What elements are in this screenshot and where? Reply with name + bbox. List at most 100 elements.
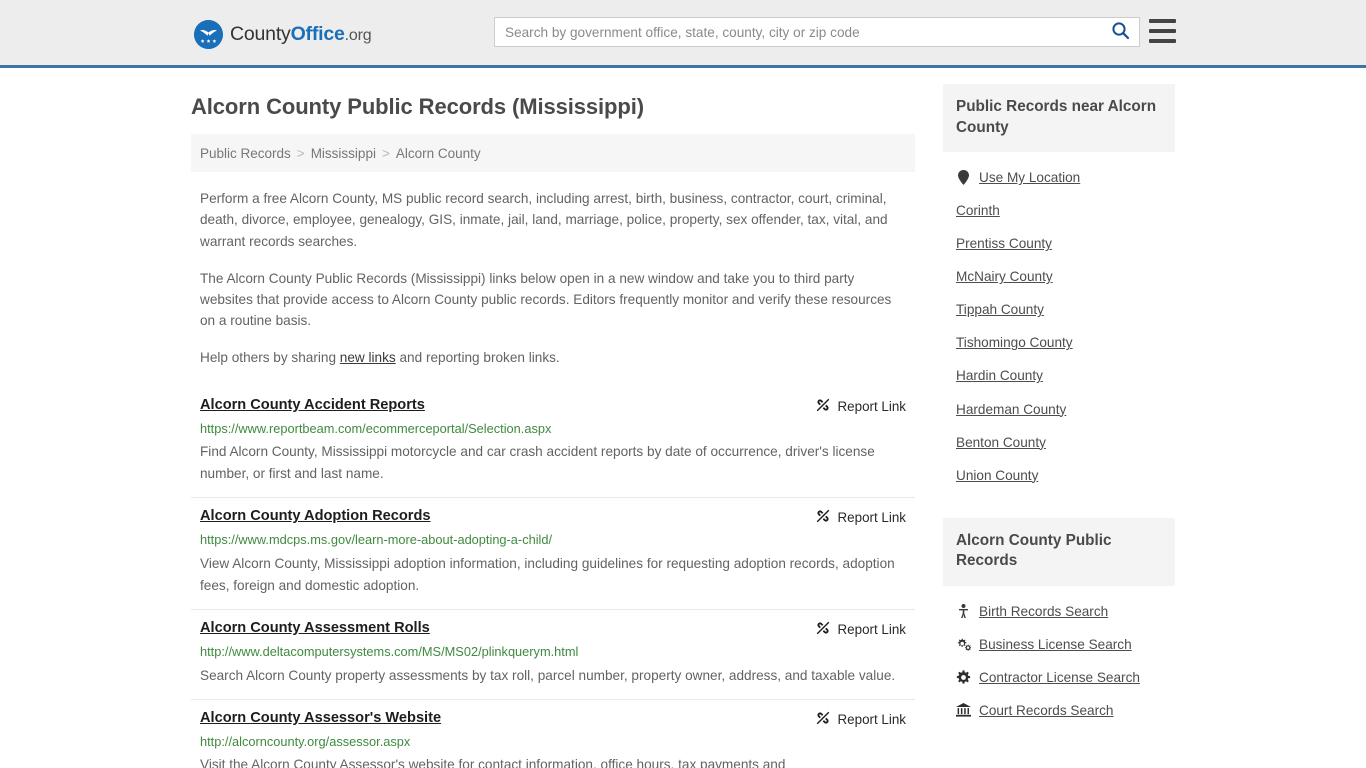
report-link-button[interactable]: Report Link: [815, 709, 906, 729]
broken-link-icon: [815, 710, 831, 729]
sidebar-section-nearby: Public Records near Alcorn County Use My…: [943, 84, 1175, 492]
sidebar-link[interactable]: Birth Records Search: [979, 602, 1108, 621]
report-link-button[interactable]: Report Link: [815, 619, 906, 639]
result-header: Alcorn County Assessor's Website Report …: [200, 709, 906, 729]
site-logo-text: CountyOffice.org: [230, 23, 372, 46]
map-pin-icon: [956, 170, 971, 186]
result-title-link[interactable]: Alcorn County Assessment Rolls: [200, 619, 430, 638]
broken-link-icon: [815, 397, 831, 416]
sidebar-link[interactable]: Corinth: [956, 201, 1000, 220]
sidebar-item-mcnairy-county[interactable]: McNairy County: [943, 260, 1175, 293]
eagle-stars-seal-icon: [194, 20, 223, 49]
sidebar-link[interactable]: Union County: [956, 466, 1038, 485]
sidebar-records-heading: Alcorn County Public Records: [943, 517, 1175, 586]
report-link-label: Report Link: [837, 510, 906, 526]
sidebar-link[interactable]: Business License Search: [979, 635, 1132, 654]
sidebar-link[interactable]: Prentiss County: [956, 234, 1052, 253]
menu-bar-1: [1149, 19, 1176, 23]
report-link-button[interactable]: Report Link: [815, 507, 906, 527]
result-title-link[interactable]: Alcorn County Accident Reports: [200, 396, 425, 415]
result-item: Alcorn County Assessment Rolls Report Li…: [191, 610, 915, 700]
sidebar-section-records: Alcorn County Public Records Birth Recor…: [943, 517, 1175, 727]
sidebar-records-list: Birth Records Search Business License Se…: [943, 586, 1175, 727]
sidebar-link[interactable]: Hardeman County: [956, 400, 1066, 419]
sidebar-link[interactable]: Contractor License Search: [979, 668, 1140, 687]
sidebar-nearby-list: Use My Location Corinth Prentiss County …: [943, 152, 1175, 491]
sidebar-link[interactable]: Tishomingo County: [956, 333, 1073, 352]
result-title-link[interactable]: Alcorn County Assessor's Website: [200, 709, 441, 728]
report-link-label: Report Link: [837, 711, 906, 727]
result-item: Alcorn County Adoption Records Report Li…: [191, 498, 915, 611]
intro-paragraph-2: The Alcorn County Public Records (Missis…: [200, 270, 892, 328]
broken-link-icon: [815, 508, 831, 527]
breadcrumb-item-mississippi[interactable]: Mississippi: [311, 146, 376, 161]
sidebar-item-corinth[interactable]: Corinth: [943, 194, 1175, 227]
page-title: Alcorn County Public Records (Mississipp…: [191, 94, 644, 119]
logo-text-org: .org: [344, 27, 372, 44]
report-link-label: Report Link: [837, 622, 906, 638]
result-header: Alcorn County Assessment Rolls Report Li…: [200, 619, 906, 639]
hamburger-menu-icon[interactable]: [1149, 19, 1176, 43]
cogs-icon: [956, 636, 971, 652]
sidebar-item-use-my-location[interactable]: Use My Location: [943, 161, 1175, 194]
breadcrumb-item-public-records[interactable]: Public Records: [200, 146, 291, 161]
sidebar-link[interactable]: Court Records Search: [979, 701, 1113, 720]
result-description: Visit the Alcorn County Assessor's websi…: [200, 757, 786, 768]
intro-paragraph-3: Help others by sharing new links and rep…: [200, 347, 906, 368]
report-link-button[interactable]: Report Link: [815, 396, 906, 416]
logo-text-office: Office: [290, 23, 345, 45]
page-body: Alcorn County Public Records (Mississipp…: [0, 68, 1366, 768]
sidebar-item-union-county[interactable]: Union County: [943, 459, 1175, 492]
gear-icon: [956, 669, 971, 685]
intro-share-prefix: Help others by sharing: [200, 349, 340, 365]
sidebar-item-business-license-search[interactable]: Business License Search: [943, 628, 1175, 661]
breadcrumb-item-alcorn-county: Alcorn County: [395, 145, 481, 161]
sidebar-item-tishomingo-county[interactable]: Tishomingo County: [943, 326, 1175, 359]
sidebar-link[interactable]: Tippah County: [956, 300, 1044, 319]
sidebar-item-prentiss-county[interactable]: Prentiss County: [943, 227, 1175, 260]
search-input[interactable]: [495, 19, 1101, 45]
breadcrumb-separator-2: >: [381, 145, 390, 161]
menu-bar-3: [1149, 39, 1176, 43]
sidebar-link[interactable]: Benton County: [956, 433, 1046, 452]
breadcrumb-separator-1: >: [296, 145, 305, 161]
result-url: http://www.deltacomputersystems.com/MS/M…: [200, 644, 579, 660]
result-url: https://www.reportbeam.com/ecommerceport…: [200, 420, 552, 436]
result-header: Alcorn County Adoption Records Report Li…: [200, 507, 906, 527]
menu-bar-2: [1149, 29, 1176, 33]
search-button[interactable]: [1101, 18, 1139, 46]
sidebar-link[interactable]: Hardin County: [956, 366, 1043, 385]
result-url: https://www.mdcps.ms.gov/learn-more-abou…: [200, 532, 553, 548]
sidebar: Public Records near Alcorn County Use My…: [943, 84, 1175, 768]
sidebar-link[interactable]: McNairy County: [956, 267, 1053, 286]
sidebar-link[interactable]: Use My Location: [979, 168, 1080, 187]
content-container: Alcorn County Public Records (Mississipp…: [191, 68, 1175, 768]
report-link-label: Report Link: [837, 398, 906, 414]
sidebar-nearby-heading: Public Records near Alcorn County: [943, 84, 1175, 153]
site-logo-link[interactable]: CountyOffice.org: [194, 20, 372, 49]
search-icon: [1111, 21, 1130, 43]
logo-text-county: County: [230, 23, 291, 45]
result-header: Alcorn County Accident Reports Report Li…: [200, 396, 906, 416]
sidebar-item-contractor-license-search[interactable]: Contractor License Search: [943, 661, 1175, 694]
intro-section: Perform a free Alcorn County, MS public …: [191, 188, 915, 367]
result-description: View Alcorn County, Mississippi adoption…: [200, 556, 895, 594]
result-title-link[interactable]: Alcorn County Adoption Records: [200, 507, 431, 526]
sidebar-item-hardeman-county[interactable]: Hardeman County: [943, 393, 1175, 426]
sidebar-item-tippah-county[interactable]: Tippah County: [943, 293, 1175, 326]
result-item: Alcorn County Accident Reports Report Li…: [191, 387, 915, 499]
new-links-link[interactable]: new links: [340, 350, 396, 365]
sidebar-item-court-records-search[interactable]: Court Records Search: [943, 694, 1175, 727]
breadcrumb: Public Records > Mississippi > Alcorn Co…: [191, 134, 915, 173]
results-list: Alcorn County Accident Reports Report Li…: [191, 387, 915, 768]
sidebar-item-birth-records-search[interactable]: Birth Records Search: [943, 595, 1175, 628]
sidebar-item-benton-county[interactable]: Benton County: [943, 426, 1175, 459]
result-url: http://alcorncounty.org/assessor.aspx: [200, 733, 411, 749]
sidebar-item-hardin-county[interactable]: Hardin County: [943, 359, 1175, 392]
site-header: CountyOffice.org: [0, 0, 1366, 68]
result-description: Search Alcorn County property assessment…: [200, 667, 896, 683]
baby-icon: [956, 603, 971, 619]
search-bar[interactable]: [494, 17, 1140, 47]
main-column: Alcorn County Public Records (Mississipp…: [191, 84, 915, 768]
result-item: Alcorn County Assessor's Website Report …: [191, 700, 915, 768]
